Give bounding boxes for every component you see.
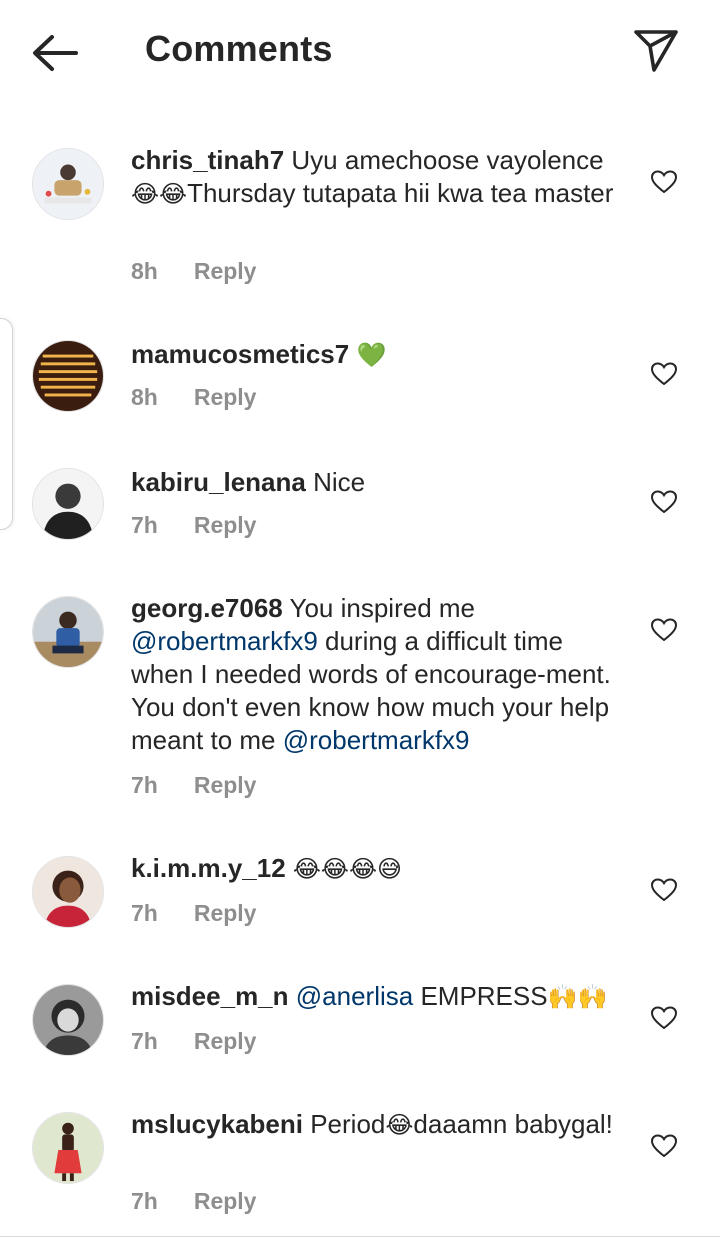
avatar[interactable] (32, 148, 104, 220)
reply-button[interactable]: Reply (194, 900, 257, 926)
comment-meta: 7h Reply (131, 1188, 256, 1215)
comment-time: 7h (131, 900, 158, 926)
side-edge-handle[interactable] (0, 318, 13, 530)
emoji: 🙌🙌 (547, 983, 608, 1011)
emoji: 💚 (356, 341, 387, 369)
comment-meta: 7h Reply (131, 512, 256, 539)
comment-text: kabiru_lenana Nice (131, 467, 366, 497)
heart-icon[interactable] (651, 490, 677, 514)
comment-username[interactable]: k.i.m.m.y_12 (131, 853, 286, 883)
comment-text: mamucosmetics7 💚 (131, 338, 623, 372)
comment-username[interactable]: chris_tinah7 (131, 145, 284, 175)
avatar[interactable] (32, 856, 104, 928)
send-icon[interactable] (630, 24, 682, 76)
comment-text: mslucykabeni Period😂daaamn babygal! (131, 1109, 613, 1139)
header-bar: Comments (0, 0, 720, 100)
mention-link[interactable]: @anerlisa (296, 981, 413, 1011)
divider (0, 1236, 720, 1237)
back-arrow-icon[interactable] (30, 30, 80, 76)
comment-time: 8h (131, 258, 158, 284)
comment-time: 8h (131, 384, 158, 410)
page-title: Comments (145, 28, 333, 69)
avatar[interactable] (32, 1112, 104, 1184)
reply-button[interactable]: Reply (194, 772, 257, 798)
comment-text: chris_tinah7 Uyu amechoose vayolence 😂😂T… (131, 145, 614, 208)
mention-link[interactable]: @robertmarkfx9 (131, 626, 318, 656)
heart-icon[interactable] (651, 878, 677, 902)
emoji: 😂😂😂😅 (292, 855, 403, 883)
heart-icon[interactable] (651, 1006, 677, 1030)
reply-button[interactable]: Reply (194, 258, 257, 284)
comment-time: 7h (131, 512, 158, 538)
comment-username[interactable]: georg.e7068 (131, 593, 283, 623)
comment-text: misdee_m_n @anerlisa EMPRESS🙌🙌 (131, 981, 608, 1011)
comment-text: georg.e7068 You inspired me @robertmarkf… (131, 593, 611, 755)
comment-username[interactable]: misdee_m_n (131, 981, 289, 1011)
comment-meta: 7h Reply (131, 1028, 256, 1055)
reply-button[interactable]: Reply (194, 1188, 257, 1214)
reply-button[interactable]: Reply (194, 512, 257, 538)
comment-time: 7h (131, 1028, 158, 1054)
avatar[interactable] (32, 984, 104, 1056)
comment-username[interactable]: kabiru_lenana (131, 467, 306, 497)
comment-text: k.i.m.m.y_12 😂😂😂😅 (131, 852, 623, 886)
reply-button[interactable]: Reply (194, 384, 257, 410)
emoji: 😂😂 (131, 180, 188, 208)
comment-time: 7h (131, 1188, 158, 1214)
comment-meta: 8h Reply (131, 384, 256, 411)
mention-link[interactable]: @robertmarkfx9 (283, 725, 470, 755)
heart-icon[interactable] (651, 1134, 677, 1158)
comment-time: 7h (131, 772, 158, 798)
avatar[interactable] (32, 468, 104, 540)
heart-icon[interactable] (651, 362, 677, 386)
emoji: 😂 (385, 1111, 414, 1139)
comment-username[interactable]: mslucykabeni (131, 1109, 303, 1139)
reply-button[interactable]: Reply (194, 1028, 257, 1054)
comment-username[interactable]: mamucosmetics7 (131, 339, 349, 369)
heart-icon[interactable] (651, 618, 677, 642)
avatar[interactable] (32, 340, 104, 412)
heart-icon[interactable] (651, 170, 677, 194)
comment-meta: 7h Reply (131, 772, 256, 799)
comment-meta: 8h Reply (131, 258, 256, 285)
avatar[interactable] (32, 596, 104, 668)
comment-meta: 7h Reply (131, 900, 256, 927)
